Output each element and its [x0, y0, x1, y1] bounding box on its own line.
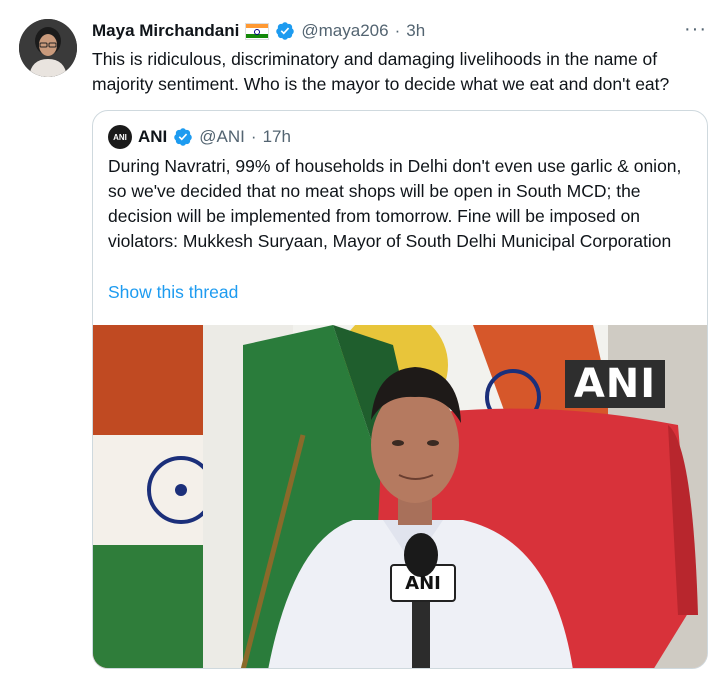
author-name[interactable]: Maya Mirchandani	[92, 21, 239, 41]
verified-badge-icon	[173, 127, 193, 147]
india-flag-icon	[245, 22, 270, 40]
quoted-tweet-media[interactable]: ANI ANI	[93, 325, 707, 668]
separator-dot: ·	[394, 21, 401, 40]
show-thread-link[interactable]: Show this thread	[108, 282, 238, 303]
quoted-tweet[interactable]: ANI ANI @ANI · 17h During Navratri, 99% …	[92, 110, 708, 669]
quoted-tweet-text: During Navratri, 99% of households in De…	[108, 156, 682, 251]
more-options-icon[interactable]: ···	[684, 18, 707, 41]
separator-dot: ·	[250, 127, 257, 146]
avatar-photo	[19, 19, 77, 77]
mic-label: ANI	[405, 573, 441, 594]
tweet-timestamp[interactable]: 3h	[406, 21, 425, 41]
ani-watermark: ANI	[565, 360, 665, 408]
quoted-tweet-timestamp[interactable]: 17h	[263, 127, 291, 147]
quoted-author-avatar[interactable]: ANI	[108, 125, 132, 149]
verified-badge-icon	[275, 21, 295, 41]
author-handle[interactable]: @maya206	[301, 21, 388, 41]
tweet-text: This is ridiculous, discriminatory and d…	[92, 49, 670, 94]
author-avatar[interactable]	[19, 19, 77, 77]
quoted-author-name[interactable]: ANI	[138, 127, 167, 147]
quoted-tweet-header: ANI ANI @ANI · 17h	[108, 125, 291, 149]
tweet-header: Maya Mirchandani @maya206 · 3h	[92, 18, 425, 44]
tweet[interactable]: Maya Mirchandani @maya206 · 3h ··· This …	[0, 0, 720, 679]
quoted-author-handle[interactable]: @ANI	[199, 127, 245, 147]
